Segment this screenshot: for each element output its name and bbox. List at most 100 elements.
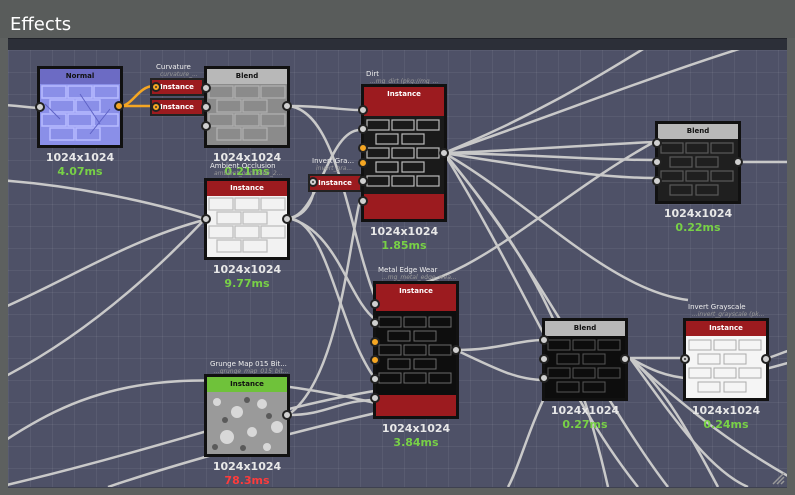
panel-title-bar: Effects xyxy=(0,0,795,38)
input-port[interactable] xyxy=(370,318,380,328)
input-port[interactable] xyxy=(358,124,368,134)
effects-panel: Effects Normal 1024x1024 4.07ms Curvatur… xyxy=(0,0,795,495)
grunge-map-thumbnail xyxy=(207,392,287,454)
node-blend-1[interactable]: Blend xyxy=(204,66,290,148)
input-port[interactable] xyxy=(151,102,161,112)
output-port[interactable] xyxy=(761,354,771,364)
output-port[interactable] xyxy=(451,345,461,355)
node-time: 0.24ms xyxy=(703,418,749,431)
node-resolution: 1024x1024 xyxy=(691,404,761,417)
input-port[interactable] xyxy=(539,335,549,345)
node-time: 9.77ms xyxy=(224,277,270,290)
node-time: 3.84ms xyxy=(393,436,439,449)
node-caption: Grunge Map 015 Bit... xyxy=(210,360,287,368)
node-time: 0.27ms xyxy=(562,418,608,431)
node-header: Instance xyxy=(160,83,194,91)
node-subcaption: invert_gra... xyxy=(316,165,353,172)
node-header: Blend xyxy=(545,321,625,336)
wire xyxy=(8,219,205,377)
input-port[interactable] xyxy=(370,355,380,365)
input-port[interactable] xyxy=(35,102,45,112)
wire xyxy=(8,218,205,307)
node-subcaption: ...mg_metal_edge_wea... xyxy=(382,274,457,281)
node-caption: Ambient Occlusion xyxy=(210,162,276,170)
node-header: Blend xyxy=(658,124,738,139)
metal-edge-wear-thumbnail xyxy=(376,299,456,416)
input-port[interactable] xyxy=(201,214,211,224)
input-port[interactable] xyxy=(370,337,380,347)
node-time: 0.22ms xyxy=(675,221,721,234)
input-port[interactable] xyxy=(201,121,211,131)
input-port[interactable] xyxy=(652,176,662,186)
output-port[interactable] xyxy=(114,101,124,111)
node-header: Instance xyxy=(318,179,352,187)
node-caption: Dirt xyxy=(366,70,379,78)
input-port[interactable] xyxy=(201,102,211,112)
input-port[interactable] xyxy=(358,105,368,115)
node-ambient-occlusion[interactable]: Instance xyxy=(204,178,290,260)
wire xyxy=(767,349,787,360)
node-header: Instance xyxy=(160,103,194,111)
blend-thumbnail xyxy=(545,336,625,398)
wire xyxy=(455,338,545,352)
output-port[interactable] xyxy=(282,214,292,224)
input-port[interactable] xyxy=(358,158,368,168)
input-port[interactable] xyxy=(539,354,549,364)
output-port[interactable] xyxy=(282,101,292,111)
node-resolution: 1024x1024 xyxy=(381,422,451,435)
node-resolution: 1024x1024 xyxy=(369,225,439,238)
node-time: 78.3ms xyxy=(224,474,270,487)
input-port[interactable] xyxy=(652,138,662,148)
input-port[interactable] xyxy=(358,176,368,186)
node-dirt[interactable]: Instance xyxy=(361,84,447,222)
node-header: Blend xyxy=(207,69,287,84)
wire xyxy=(8,388,381,486)
input-port[interactable] xyxy=(539,373,549,383)
input-port[interactable] xyxy=(370,374,380,384)
selected-wire xyxy=(119,84,155,108)
node-normal[interactable]: Normal xyxy=(37,66,123,148)
node-header: Instance xyxy=(207,377,287,392)
wire xyxy=(443,140,655,155)
input-port[interactable] xyxy=(151,82,161,92)
node-header: Instance xyxy=(376,284,456,299)
node-metal-edge-wear[interactable]: Instance xyxy=(373,281,459,419)
node-caption: Invert Gra... xyxy=(312,157,355,165)
node-resolution: 1024x1024 xyxy=(550,404,620,417)
input-port[interactable] xyxy=(652,157,662,167)
output-port[interactable] xyxy=(439,148,449,158)
wire xyxy=(443,50,644,155)
input-port[interactable] xyxy=(308,177,318,187)
resize-grip-icon[interactable] xyxy=(771,471,785,485)
output-port[interactable] xyxy=(620,354,630,364)
node-time: 1.85ms xyxy=(381,239,427,252)
input-port[interactable] xyxy=(370,393,380,403)
wire xyxy=(287,199,362,417)
node-header: Instance xyxy=(686,321,766,336)
node-blend-2[interactable]: Blend xyxy=(655,121,741,204)
blend-thumbnail xyxy=(207,84,287,145)
node-caption: Invert Grayscale xyxy=(688,303,746,311)
node-subcaption: ...invert_grayscale (pk... xyxy=(692,311,765,318)
input-port[interactable] xyxy=(370,299,380,309)
input-port[interactable] xyxy=(358,143,368,153)
input-port[interactable] xyxy=(201,83,211,93)
node-blend-3[interactable]: Blend xyxy=(542,318,628,401)
output-port[interactable] xyxy=(733,157,743,167)
node-header: Instance xyxy=(207,181,287,196)
wire xyxy=(8,179,209,222)
panel-title: Effects xyxy=(10,14,72,35)
node-invert-grayscale[interactable]: Instance xyxy=(683,318,769,401)
normal-map-thumbnail xyxy=(40,84,120,145)
blend-thumbnail xyxy=(658,139,738,201)
node-grunge-map[interactable]: Instance xyxy=(204,374,290,457)
output-port[interactable] xyxy=(282,410,292,420)
node-graph-canvas[interactable]: Normal 1024x1024 4.07ms Curvature curvat… xyxy=(8,50,787,488)
node-resolution: 1024x1024 xyxy=(663,207,733,220)
node-header: Instance xyxy=(364,87,444,102)
input-port[interactable] xyxy=(680,354,690,364)
node-resolution: 1024x1024 xyxy=(45,151,115,164)
wire xyxy=(455,348,545,382)
ambient-occlusion-thumbnail xyxy=(207,196,287,257)
input-port[interactable] xyxy=(358,196,368,206)
